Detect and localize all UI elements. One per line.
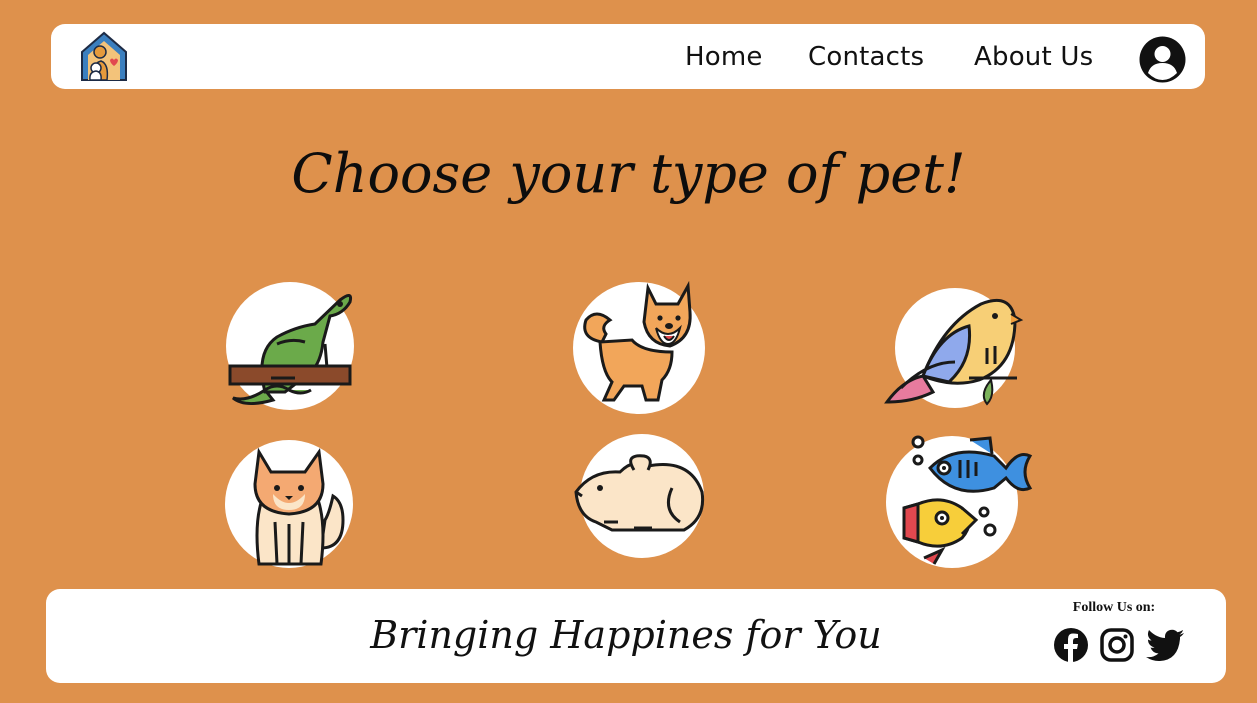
- facebook-icon[interactable]: [1053, 627, 1089, 663]
- pet-option-fish[interactable]: [884, 434, 1034, 568]
- instagram-icon[interactable]: [1099, 627, 1135, 663]
- pet-option-mouse[interactable]: [572, 430, 706, 562]
- pet-option-bird[interactable]: [883, 284, 1024, 412]
- follow-us-label: Follow Us on:: [1072, 600, 1156, 615]
- twitter-icon[interactable]: [1145, 627, 1184, 663]
- mouse-icon: [574, 434, 705, 558]
- pet-option-cat[interactable]: [225, 438, 353, 570]
- dog-icon: [573, 280, 705, 414]
- pet-option-lizard[interactable]: [225, 282, 355, 412]
- top-navbar: Home Contacts About Us: [51, 24, 1205, 89]
- nav-contacts-link[interactable]: Contacts: [808, 42, 924, 72]
- cat-icon: [225, 440, 353, 568]
- nav-home-link[interactable]: Home: [685, 42, 763, 72]
- nav-about-us-link[interactable]: About Us: [974, 42, 1093, 72]
- fish-icon: [886, 435, 1033, 568]
- footer: Bringing Happines for You Follow Us on:: [46, 589, 1226, 683]
- page-title: Choose your type of pet!: [291, 142, 966, 205]
- footer-tagline: Bringing Happines for You: [370, 613, 882, 657]
- pet-option-dog[interactable]: [572, 280, 706, 414]
- lizard-icon: [226, 282, 354, 410]
- pet-house-logo-icon[interactable]: [79, 30, 129, 82]
- bird-icon: [884, 288, 1024, 408]
- user-circle-icon[interactable]: [1139, 36, 1186, 83]
